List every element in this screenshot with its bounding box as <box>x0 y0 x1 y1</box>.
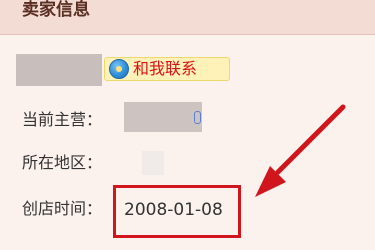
location-label: 所在地区： <box>22 153 103 172</box>
manager-label: 当前主营： <box>22 110 103 129</box>
panel-header: 卖家信息 <box>0 0 375 35</box>
manager-value-redacted[interactable] <box>124 102 202 132</box>
arrow-shaft <box>275 104 346 175</box>
panel-title: 卖家信息 <box>22 0 90 20</box>
chat-bubble-icon <box>109 59 129 79</box>
location-value-redacted <box>142 151 164 175</box>
opened-label: 创店时间： <box>22 199 103 218</box>
arrow-head <box>255 166 286 197</box>
contact-seller-label: 和我联系 <box>133 59 198 78</box>
seller-name-redacted[interactable] <box>16 54 102 86</box>
opened-date-value: 2008-01-08 <box>124 200 223 220</box>
manager-link-edge <box>194 111 201 124</box>
contact-seller-button[interactable]: 和我联系 <box>104 57 230 81</box>
